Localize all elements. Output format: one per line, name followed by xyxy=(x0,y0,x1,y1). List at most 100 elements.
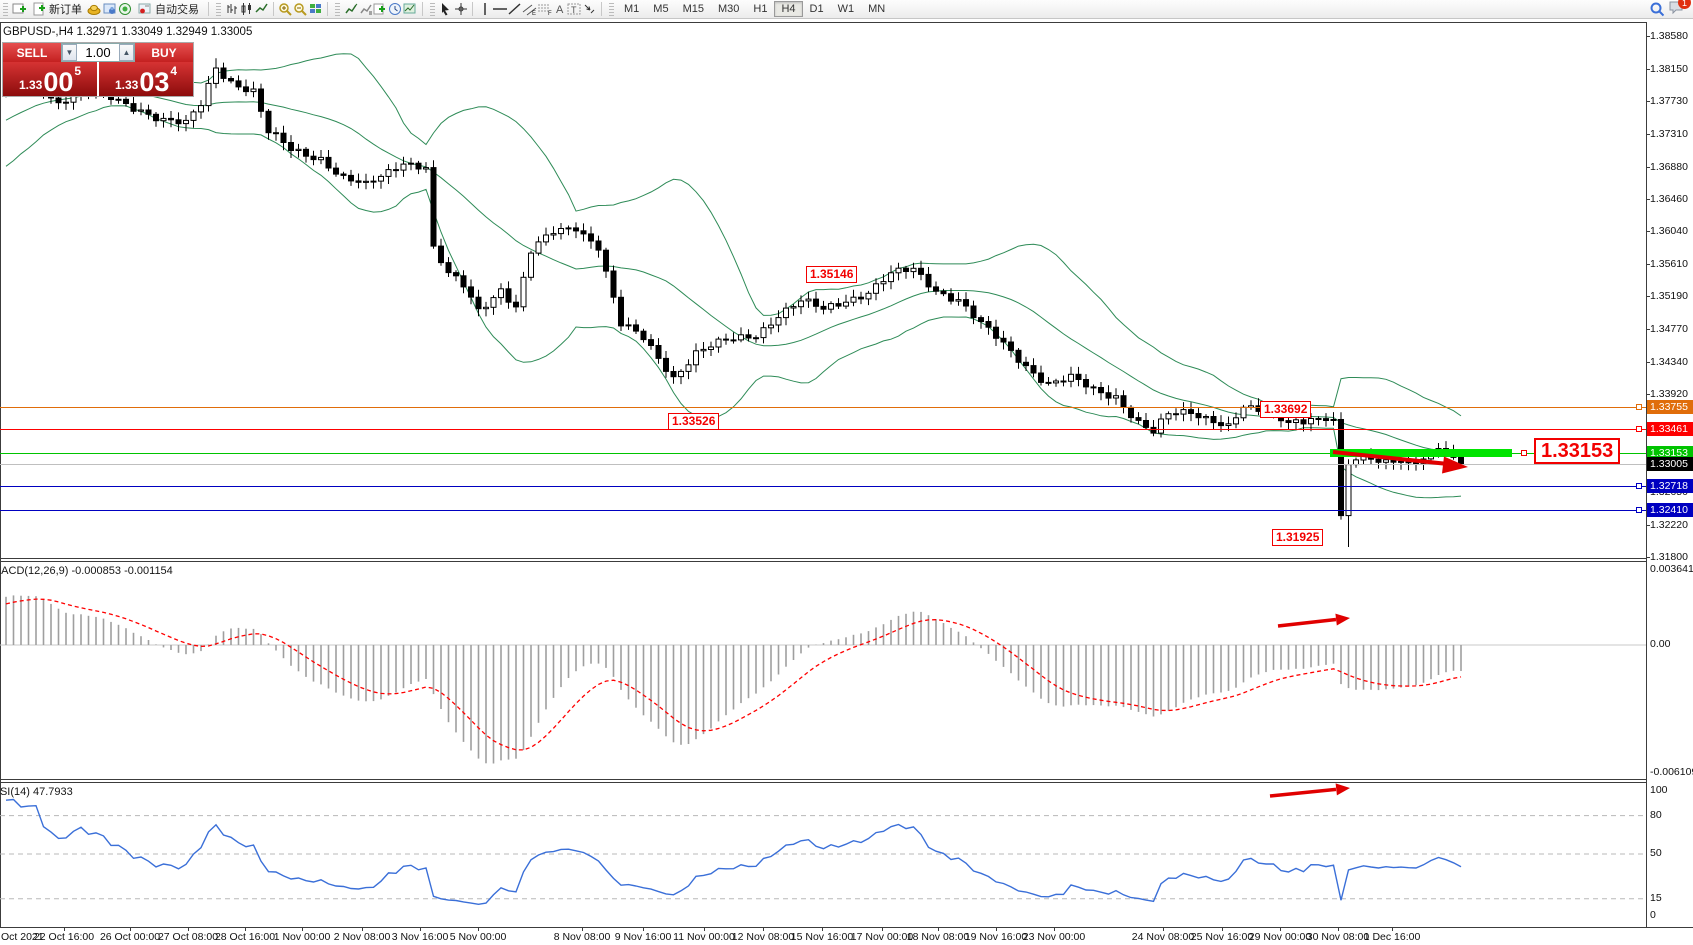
bar-chart-mode-icon[interactable] xyxy=(224,2,239,17)
timeframe-w1[interactable]: W1 xyxy=(831,1,862,17)
toolbar-grip[interactable] xyxy=(335,3,340,16)
timeframe-m15[interactable]: M15 xyxy=(676,1,711,17)
sell-button[interactable]: SELL xyxy=(3,43,61,62)
toolbar-grip[interactable] xyxy=(430,3,435,16)
buy-price-big: 03 xyxy=(139,69,169,95)
volume-input[interactable]: 1.00 xyxy=(77,44,119,61)
price-level-badge: 1.32718 xyxy=(1647,479,1693,493)
price-axis-line xyxy=(1646,22,1647,927)
buy-price-sup: 4 xyxy=(170,64,177,78)
price-level-badge: 1.33755 xyxy=(1647,400,1693,414)
profiles-icon[interactable] xyxy=(87,2,102,17)
tile-windows-icon[interactable] xyxy=(308,2,323,17)
templates-dropdown-icon[interactable] xyxy=(403,2,418,17)
time-axis-tickmark xyxy=(643,928,644,931)
price-tick-label: 1.34770 xyxy=(1650,323,1688,335)
indicator-list-icon[interactable] xyxy=(358,2,373,17)
line-endpoint-marker[interactable] xyxy=(1636,507,1642,513)
line-chart-mode-icon[interactable] xyxy=(254,2,269,17)
periods-dropdown-icon[interactable] xyxy=(388,2,403,17)
time-axis[interactable]: Oct 202122 Oct 16:0026 Oct 00:0027 Oct 0… xyxy=(0,927,1693,945)
time-axis-tickmark xyxy=(938,928,939,931)
macd-pane[interactable] xyxy=(0,562,1646,779)
horizontal-line-tool-icon[interactable] xyxy=(492,2,507,17)
new-order-icon xyxy=(31,2,46,17)
toolbar-grip[interactable] xyxy=(609,3,614,16)
chat-icon[interactable]: 1 xyxy=(1668,0,1685,18)
cursor-tool-icon[interactable] xyxy=(438,2,453,17)
time-axis-label: 2 Nov 08:00 xyxy=(334,931,391,943)
search-icon[interactable] xyxy=(1649,2,1664,17)
horizontal-level-line[interactable] xyxy=(0,486,1646,487)
price-callout-main[interactable]: 1.33153 xyxy=(1534,438,1620,464)
pane-separator[interactable] xyxy=(0,779,1646,780)
line-endpoint-marker[interactable] xyxy=(1636,426,1642,432)
sell-price-display[interactable]: 1.33 00 5 xyxy=(3,62,97,96)
time-axis-label: 26 Oct 00:00 xyxy=(100,931,160,943)
buy-button[interactable]: BUY xyxy=(135,43,193,62)
timeframe-h1[interactable]: H1 xyxy=(746,1,774,17)
add-indicator-dropdown-icon[interactable] xyxy=(373,2,388,17)
horizontal-level-line[interactable] xyxy=(0,453,1646,454)
horizontal-level-line[interactable] xyxy=(0,407,1646,408)
volume-up-button[interactable]: ▲ xyxy=(119,44,134,61)
time-axis-tickmark xyxy=(763,928,764,931)
rsi-axis-label: 100 xyxy=(1650,784,1668,796)
timeframe-d1[interactable]: D1 xyxy=(803,1,831,17)
channel-tool-icon[interactable]: E xyxy=(522,2,537,17)
toolbar-grip[interactable] xyxy=(3,3,8,16)
timeframe-group: M1M5M15M30H1H4D1W1MN xyxy=(617,1,892,17)
timeframe-m1[interactable]: M1 xyxy=(617,1,646,17)
current-price-line[interactable] xyxy=(0,464,1646,465)
price-callout[interactable]: 1.35146 xyxy=(806,266,857,283)
arrows-tool-dropdown-icon[interactable] xyxy=(582,2,597,17)
rsi-label: RSI(14) 47.7933 xyxy=(0,786,73,798)
zoom-out-icon[interactable] xyxy=(293,2,308,17)
price-tick-label: 1.38150 xyxy=(1650,63,1688,75)
line-endpoint-marker[interactable] xyxy=(1636,483,1642,489)
label-tool-icon[interactable]: T xyxy=(567,2,582,17)
indicators-icon[interactable] xyxy=(343,2,358,17)
time-axis-tickmark xyxy=(882,928,883,931)
svg-text:T: T xyxy=(571,5,577,15)
horizontal-level-line[interactable] xyxy=(0,510,1646,511)
current-price-badge: 1.33005 xyxy=(1647,457,1693,471)
price-tick-label: 1.31800 xyxy=(1650,551,1688,563)
candlestick-mode-icon[interactable] xyxy=(239,2,254,17)
timeframe-m5[interactable]: M5 xyxy=(646,1,675,17)
fibonacci-tool-icon[interactable]: F xyxy=(537,2,552,17)
buy-price-display[interactable]: 1.33 03 4 xyxy=(99,62,193,96)
chart-plot-area[interactable] xyxy=(0,22,1646,558)
toolbar-grip[interactable] xyxy=(216,3,221,16)
crosshair-tool-icon[interactable] xyxy=(453,2,468,17)
new-order-button[interactable]: 新订单 xyxy=(26,0,87,19)
zoom-in-icon[interactable] xyxy=(278,2,293,17)
vertical-line-tool-icon[interactable] xyxy=(477,2,492,17)
timeframe-m30[interactable]: M30 xyxy=(711,1,746,17)
time-axis-tickmark xyxy=(362,928,363,931)
timeframe-mn[interactable]: MN xyxy=(861,1,892,17)
one-click-trading-panel: SELL ▼ 1.00 ▲ BUY 1.33 00 5 1.33 03 4 xyxy=(2,42,194,97)
line-endpoint-marker[interactable] xyxy=(1521,450,1527,456)
auto-trading-button[interactable]: 自动交易 xyxy=(132,0,204,19)
text-tool-icon[interactable]: A xyxy=(552,2,567,17)
auto-trading-icon xyxy=(137,2,152,17)
navigator-icon[interactable] xyxy=(117,2,132,17)
pane-separator[interactable] xyxy=(0,558,1646,559)
rsi-pane[interactable] xyxy=(0,783,1646,927)
timeframe-h4[interactable]: H4 xyxy=(774,1,802,17)
trendline-tool-icon[interactable] xyxy=(507,2,522,17)
rsi-axis-label: 80 xyxy=(1650,809,1662,821)
line-endpoint-marker[interactable] xyxy=(1636,404,1642,410)
price-callout[interactable]: 1.31925 xyxy=(1272,529,1323,546)
price-callout[interactable]: 1.33692 xyxy=(1260,401,1311,418)
price-callout[interactable]: 1.33526 xyxy=(668,413,719,430)
volume-down-button[interactable]: ▼ xyxy=(62,44,77,61)
macd-axis-label: -0.006109 xyxy=(1650,766,1693,778)
price-tick-label: 1.35190 xyxy=(1650,290,1688,302)
market-watch-icon[interactable] xyxy=(102,2,117,17)
new-chart-icon[interactable] xyxy=(11,2,26,17)
horizontal-level-line[interactable] xyxy=(0,429,1646,430)
price-level-badge: 1.33461 xyxy=(1647,422,1693,436)
price-tick-label: 1.36460 xyxy=(1650,193,1688,205)
